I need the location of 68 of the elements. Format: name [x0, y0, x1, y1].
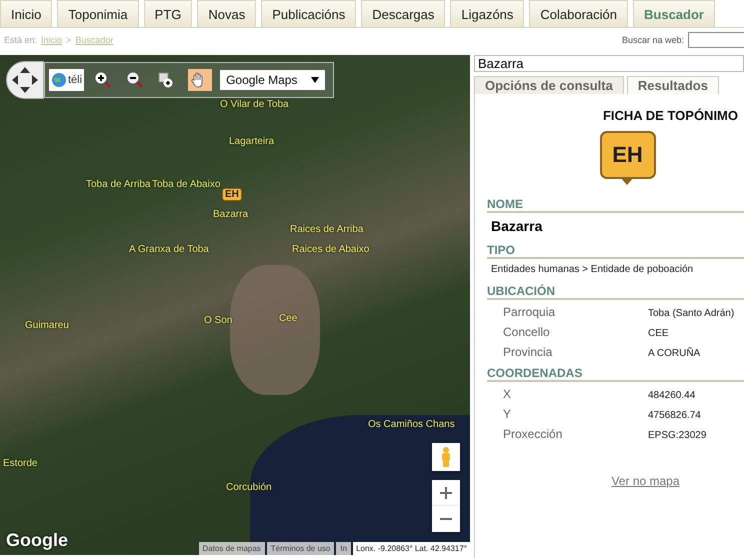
- toponym-type: Entidades humanas > Entidade de poboación: [490, 263, 694, 277]
- globe-icon: [51, 72, 67, 88]
- place-label: Os Camiños Chans: [368, 419, 455, 430]
- nav-tab[interactable]: Toponimia: [57, 0, 139, 27]
- place-label: Guimareu: [25, 320, 69, 331]
- card-title: FICHA DE TOPÓNIMO: [602, 108, 739, 123]
- field-value: 484260.44: [648, 390, 696, 401]
- zoom-out-icon: [126, 71, 144, 89]
- attribution-link[interactable]: Términos de uso: [266, 542, 334, 555]
- toponym-search-field[interactable]: Bazarra: [474, 55, 744, 72]
- satellite-map[interactable]: [0, 55, 470, 555]
- nav-tab[interactable]: Ligazóns: [450, 0, 524, 27]
- field-label: X: [503, 387, 512, 401]
- place-label: Estorde: [3, 458, 38, 469]
- nav-tab[interactable]: Inicio: [0, 0, 52, 27]
- nav-tab[interactable]: Colaboración: [529, 0, 628, 27]
- place-label: Cee: [279, 313, 298, 324]
- nav-tab[interactable]: Novas: [197, 0, 256, 27]
- globe-button[interactable]: téli: [49, 69, 84, 91]
- field-label: Provincia: [503, 345, 554, 359]
- view-on-map-link[interactable]: Ver no mapa: [611, 474, 680, 488]
- web-search-label: Buscar na web:: [622, 35, 684, 45]
- field-label: Concello: [503, 325, 551, 339]
- field-label: Parroquia: [503, 305, 556, 319]
- place-label: Corcubión: [226, 482, 272, 493]
- attribution-link[interactable]: Datos de mapas: [198, 542, 265, 555]
- place-label: O Son: [204, 315, 232, 326]
- section-heading: TIPO: [487, 243, 744, 259]
- section-heading: COORDENADAS: [487, 366, 744, 382]
- coordinates-readout: Lonx. -9.20863° Lat. 42.94317°: [353, 542, 470, 555]
- place-label: O Vilar de Toba: [220, 99, 289, 110]
- place-label: Toba de Abaixo: [152, 179, 220, 190]
- place-label: Raices de Abaixo: [292, 244, 370, 255]
- field-value: A CORUÑA: [648, 348, 702, 359]
- zoom-box-icon: [158, 72, 174, 88]
- web-search-field[interactable]: [688, 32, 744, 48]
- field-value: 4756826.74: [648, 410, 702, 421]
- nav-tab[interactable]: Publicacións: [261, 0, 356, 27]
- field-label: Y: [503, 407, 512, 421]
- place-label: Raices de Arriba: [290, 224, 364, 235]
- field-label: Proxección: [503, 427, 564, 441]
- breadcrumb-separator: >: [66, 35, 72, 45]
- field-value: CEE: [648, 328, 670, 339]
- zoom-in-icon: [94, 71, 112, 89]
- plus-icon: [440, 487, 452, 499]
- place-marker[interactable]: EH: [222, 188, 242, 201]
- section-heading: UBICACIÓN: [487, 284, 744, 300]
- attribution-link[interactable]: In: [336, 542, 352, 555]
- place-label: Lagarteira: [229, 136, 274, 147]
- nav-tab[interactable]: PTG: [144, 0, 192, 27]
- nav-tab[interactable]: Buscador: [633, 0, 715, 27]
- field-value: Toba (Santo Adrán): [648, 308, 736, 319]
- map-logo: Google: [6, 530, 68, 551]
- base-layer-select[interactable]: Google Maps: [220, 70, 326, 90]
- place-label: Toba de Arriba: [86, 179, 150, 190]
- pegman-icon: [440, 447, 452, 467]
- dropdown-caret-icon: [311, 76, 320, 84]
- place-label: Bazarra: [213, 209, 248, 220]
- section-heading: NOME: [487, 197, 744, 213]
- field-value: EPSG:23029: [648, 430, 708, 441]
- breadcrumb-label: Está en:: [4, 35, 38, 45]
- nav-tab[interactable]: Descargas: [361, 0, 446, 27]
- panel-tab[interactable]: Opcións de consulta: [474, 76, 624, 94]
- panel-tab[interactable]: Resultados: [626, 76, 719, 94]
- place-label: A Granxa de Toba: [129, 244, 209, 255]
- toponym-name: Bazarra: [490, 217, 544, 236]
- pan-tool-button[interactable]: [188, 69, 212, 91]
- pan-arrows-icon[interactable]: [6, 61, 44, 99]
